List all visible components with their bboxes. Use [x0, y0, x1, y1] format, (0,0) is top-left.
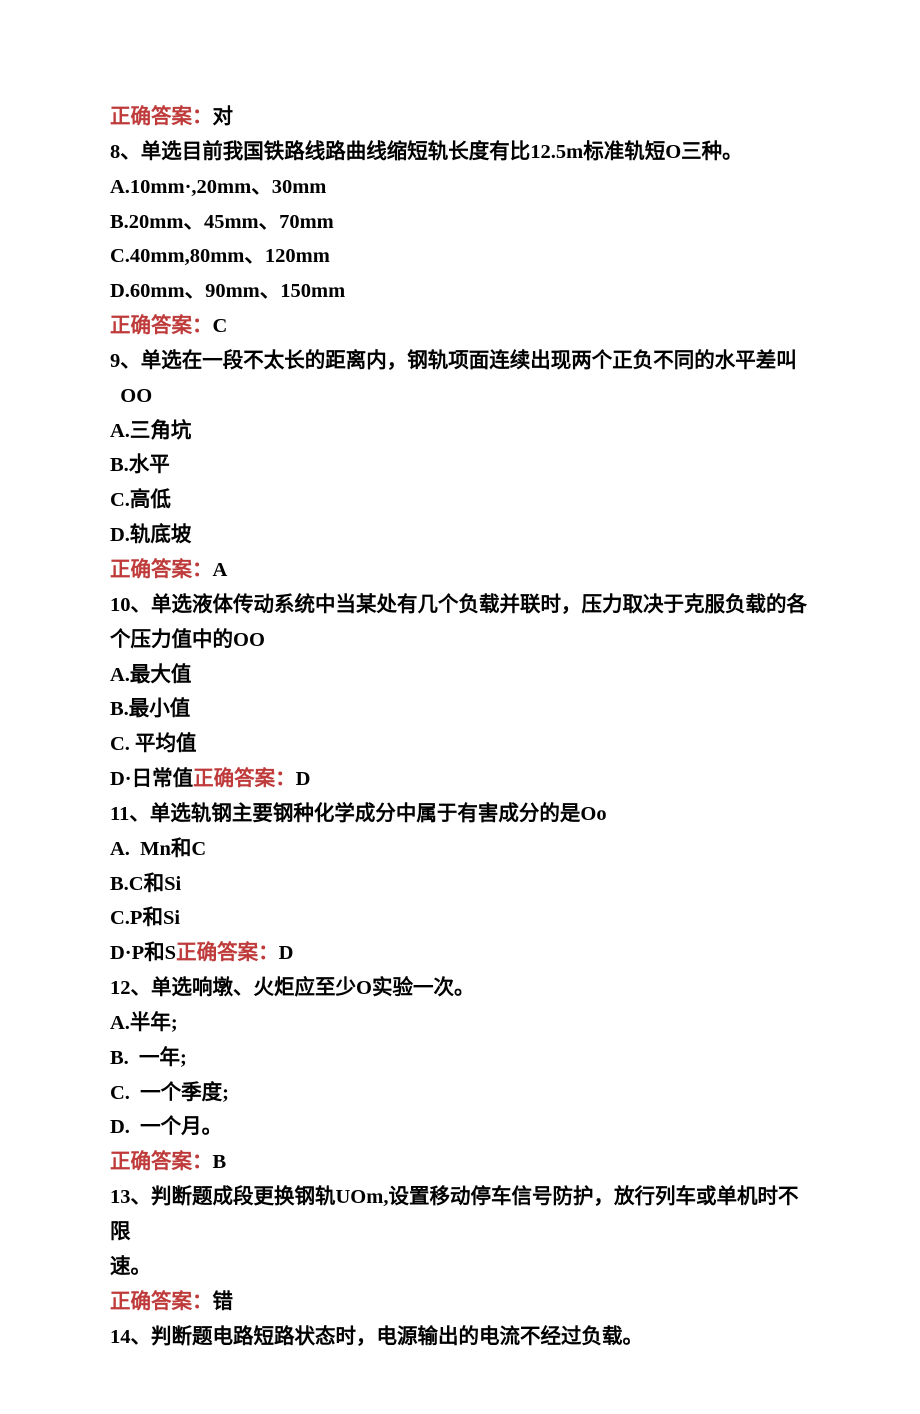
- q11-option-d-line: D·P和S正确答案：D: [110, 936, 810, 971]
- q12-answer-line: 正确答案：B: [110, 1145, 810, 1180]
- q8-option-d: D.60mm、90mm、150mm: [110, 274, 810, 309]
- answer-label: 正确答案：: [110, 315, 213, 337]
- answer-label: 正确答案：: [110, 1151, 213, 1173]
- answer-label: 正确答案：: [110, 1291, 213, 1313]
- q9-answer-line: 正确答案：A: [110, 553, 810, 588]
- q11-option-b: B.C和Si: [110, 867, 810, 902]
- q9-stem-line1: 9、单选在一段不太长的距离内，钢轨项面连续出现两个正负不同的水平差叫: [110, 344, 810, 379]
- q8-answer-line: 正确答案：C: [110, 309, 810, 344]
- q13-answer: 错: [213, 1291, 234, 1313]
- q9-option-b: B.水平: [110, 448, 810, 483]
- q13-stem-line1: 13、判断题成段更换钢轨UOm,设置移动停车信号防护，放行列车或单机时不限: [110, 1180, 810, 1250]
- q12-option-a: A.半年;: [110, 1006, 810, 1041]
- q9-option-c: C.高低: [110, 483, 810, 518]
- q8-option-a: A.10mm·,20mm、30mm: [110, 170, 810, 205]
- q8-option-c: C.40mm,80mm、120mm: [110, 239, 810, 274]
- q11-option-a: A. Mn和C: [110, 832, 810, 867]
- q10-option-b: B.最小值: [110, 692, 810, 727]
- q13-stem-line2: 速。: [110, 1250, 810, 1285]
- q10-stem-line2: 个压力值中的OO: [110, 623, 810, 658]
- q9-option-a: A.三角坑: [110, 414, 810, 449]
- q10-option-d-line: D·日常值正确答案：D: [110, 762, 810, 797]
- document-page: 正确答案：对 8、单选目前我国铁路线路曲线缩短轨长度有比12.5m标准轨短O三种…: [0, 0, 920, 1414]
- q11-option-c: C.P和Si: [110, 901, 810, 936]
- q14-stem: 14、判断题电路短路状态时，电源输出的电流不经过负载。: [110, 1320, 810, 1355]
- q10-option-c: C. 平均值: [110, 727, 810, 762]
- q10-option-a: A.最大值: [110, 658, 810, 693]
- q10-answer: D: [296, 768, 311, 790]
- q12-option-d: D. 一个月。: [110, 1110, 810, 1145]
- q10-stem-line1: 10、单选液体传动系统中当某处有几个负载并联时，压力取决于克服负载的各: [110, 588, 810, 623]
- q7-answer-line: 正确答案：对: [110, 100, 810, 135]
- q11-stem: 11、单选轨钢主要钢种化学成分中属于有害成分的是Oo: [110, 797, 810, 832]
- q7-answer: 对: [213, 106, 234, 128]
- q9-answer: A: [213, 559, 228, 581]
- q13-answer-line: 正确答案：错: [110, 1285, 810, 1320]
- answer-label: 正确答案：: [193, 768, 296, 790]
- q11-answer: D: [279, 942, 294, 964]
- q12-stem: 12、单选响墩、火炬应至少O实验一次。: [110, 971, 810, 1006]
- answer-label: 正确答案：: [110, 559, 213, 581]
- q8-option-b: B.20mm、45mm、70mm: [110, 205, 810, 240]
- q12-option-b: B. 一年;: [110, 1041, 810, 1076]
- q8-answer: C: [213, 315, 228, 337]
- q9-option-d: D.轨底坡: [110, 518, 810, 553]
- q10-option-d: D·日常值: [110, 768, 193, 790]
- answer-label: 正确答案：: [176, 942, 279, 964]
- q12-answer: B: [213, 1151, 227, 1173]
- q12-option-c: C. 一个季度;: [110, 1076, 810, 1111]
- q9-stem-line2: OO: [110, 379, 810, 414]
- q8-stem: 8、单选目前我国铁路线路曲线缩短轨长度有比12.5m标准轨短O三种。: [110, 135, 810, 170]
- answer-label: 正确答案：: [110, 106, 213, 128]
- q11-option-d: D·P和S: [110, 942, 176, 964]
